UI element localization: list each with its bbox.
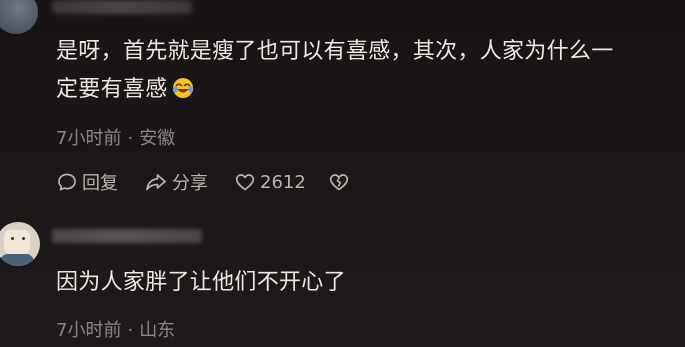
timestamp: 7小时前 — [56, 128, 122, 149]
heart-icon — [234, 171, 256, 193]
share-label: 分享 — [172, 173, 208, 194]
comment-text-fragment: 定要有喜感 — [56, 77, 168, 102]
username-blurred[interactable] — [52, 0, 192, 14]
like-button[interactable]: 2612 — [234, 171, 306, 193]
avatar-eye — [11, 237, 14, 240]
timestamp: 7小时前 — [56, 320, 122, 341]
comment-actions: 回复 分享 2612 — [56, 170, 350, 194]
location: 山东 — [139, 320, 176, 341]
location: 安徽 — [139, 128, 176, 149]
avatar-face — [4, 230, 30, 254]
broken-heart-icon — [328, 171, 350, 193]
dislike-button[interactable] — [328, 171, 350, 193]
avatar[interactable] — [0, 0, 38, 34]
like-count: 2612 — [260, 171, 306, 193]
separator-dot: · — [127, 128, 134, 149]
share-arrow-icon — [144, 171, 168, 193]
reply-label: 回复 — [82, 173, 118, 194]
username-blurred[interactable] — [52, 229, 202, 243]
face-with-tears-of-joy-icon — [172, 74, 194, 98]
comment-thread: 是呀，首先就是瘦了也可以有喜感，其次，人家为什么一 定要有喜感 7小时前 · 安徽 … — [0, 0, 685, 347]
share-button[interactable]: 分享 — [144, 169, 208, 195]
comment-meta: 7小时前 · 安徽 — [56, 124, 175, 150]
separator-dot: · — [127, 320, 134, 341]
speech-bubble-icon — [56, 171, 78, 193]
reply-button[interactable]: 回复 — [56, 169, 118, 195]
comment-meta: 7小时前 · 山东 — [56, 316, 175, 342]
avatar-eye — [22, 237, 25, 240]
avatar[interactable] — [0, 222, 40, 266]
comment-text-line: 因为人家胖了让他们不开心了 — [56, 270, 346, 295]
avatar-body — [0, 254, 34, 266]
comment-text-line: 是呀，首先就是瘦了也可以有喜感，其次，人家为什么一 — [56, 39, 614, 64]
comment-text-line: 定要有喜感 — [56, 71, 194, 109]
